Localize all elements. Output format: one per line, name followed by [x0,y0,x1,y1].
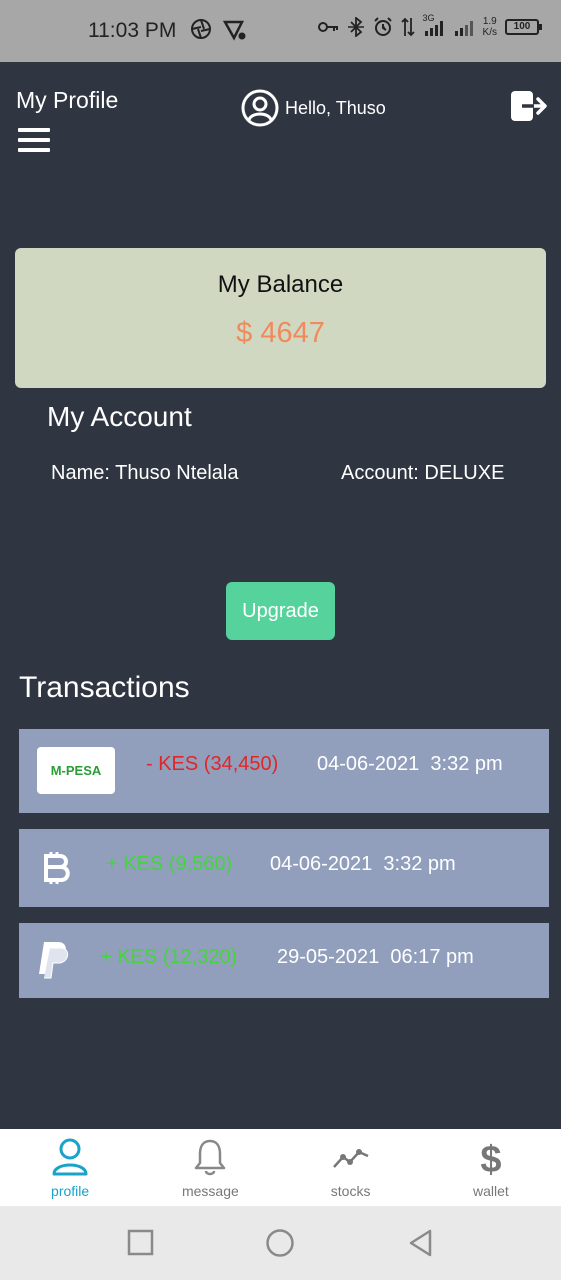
transaction-amount: + KES (12,320) [100,946,238,968]
mpesa-logo: M-PESA [37,747,115,794]
status-time: 11:03 PM [88,19,177,42]
nav-item-message[interactable]: message [140,1129,280,1206]
network-speed: 1.9 K/s [482,16,497,38]
bitcoin-icon [44,852,70,884]
nav-label: wallet [472,1183,509,1199]
signal-3g-icon: 3G [423,13,445,37]
nav-label: stocks [330,1183,371,1199]
transaction-row[interactable]: + KES (9,560) 04-06-2021 3:32 pm [19,829,549,907]
page-title: My Profile [16,87,119,113]
home-icon[interactable] [265,1228,295,1258]
bluetooth-off-icon [347,17,364,37]
balance-card: My Balance $ 4647 [15,248,546,388]
account-title: My Account [47,401,192,432]
upgrade-button[interactable]: Upgrade [226,582,335,640]
nav-item-stocks[interactable]: stocks [281,1129,421,1206]
svg-text:$: $ [480,1139,501,1177]
transaction-datetime: 04-06-2021 3:32 pm [317,753,503,775]
key-icon [317,22,338,32]
share-icon [222,20,246,41]
transaction-row[interactable]: M-PESA - KES (34,450) 04-06-2021 3:32 pm [19,729,549,813]
transactions-title: Transactions [19,671,190,704]
alarm-icon [373,17,392,36]
account-type: Account: DELUXE [341,462,505,484]
balance-title: My Balance [217,271,344,298]
transaction-row[interactable]: + KES (12,320) 29-05-2021 06:17 pm [19,923,549,998]
transaction-amount: - KES (34,450) [146,753,279,775]
user-icon [52,1138,88,1176]
status-bar: 11:03 PM 3G 1.9 K/s 100 [0,0,561,62]
nav-item-wallet[interactable]: $ wallet [421,1129,561,1206]
bell-icon [195,1139,226,1176]
recent-apps-icon[interactable] [126,1228,156,1258]
menu-icon[interactable] [18,128,50,152]
battery-icon: 100 [505,19,542,35]
logout-icon[interactable] [510,89,548,123]
data-transfer-icon [400,17,415,37]
balance-amount: $ 4647 [236,317,325,349]
paypal-icon [39,942,69,979]
transaction-datetime: 29-05-2021 06:17 pm [277,946,474,968]
user-greeting[interactable]: Hello, Thuso [241,89,386,127]
transaction-datetime: 04-06-2021 3:32 pm [270,853,456,875]
greeting-text: Hello, Thuso [285,97,386,118]
account-name: Name: Thuso Ntelala [51,462,239,484]
nav-item-profile[interactable]: profile [0,1129,140,1206]
stocks-icon [332,1149,369,1168]
user-avatar-icon [241,89,279,127]
nav-label: message [181,1183,239,1199]
aperture-icon [191,19,211,39]
dollar-icon: $ [480,1139,501,1177]
system-navigation-bar [0,1206,561,1280]
back-icon[interactable] [406,1228,436,1258]
bottom-nav: profile message stocks $ wallet [0,1129,561,1206]
transaction-amount: + KES (9,560) [106,853,233,875]
signal-icon [454,21,473,36]
nav-label: profile [51,1183,90,1199]
